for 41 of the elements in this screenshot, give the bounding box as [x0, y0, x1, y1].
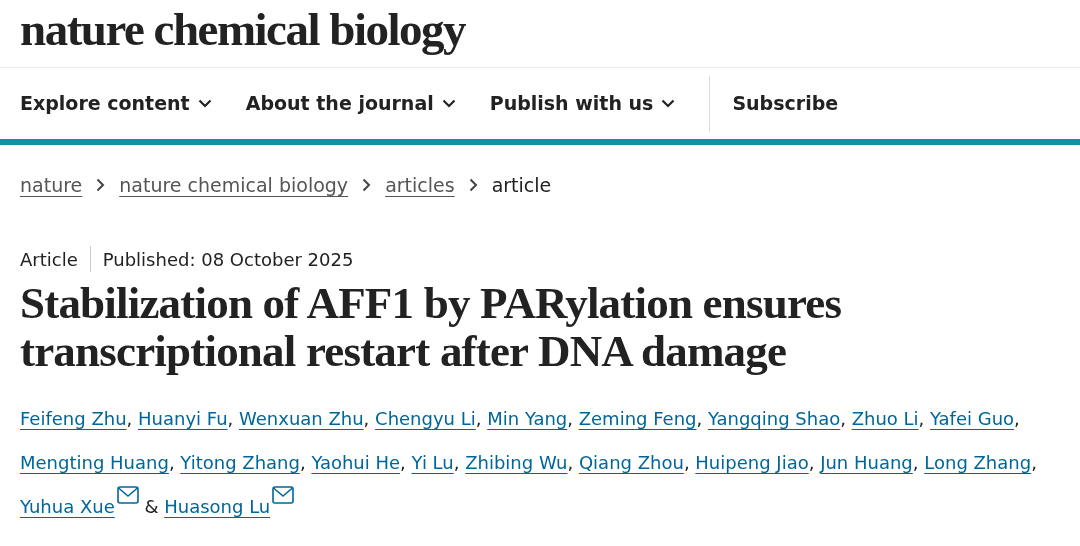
breadcrumb-current: article	[491, 173, 552, 198]
journal-logo[interactable]: nature chemical biology	[20, 6, 466, 53]
breadcrumb-link[interactable]: nature chemical biology	[119, 171, 349, 200]
author-link[interactable]: Huanyi Fu	[138, 407, 228, 429]
author-link[interactable]: Zeming Feng	[578, 407, 697, 429]
breadcrumb-link[interactable]: articles	[385, 171, 455, 200]
author-link[interactable]: Wenxuan Zhu	[239, 407, 364, 429]
publish-date: Published: 08 October 2025	[102, 247, 354, 272]
nav-link[interactable]: Subscribe	[732, 89, 839, 118]
author-link[interactable]: Mengting Huang	[20, 451, 169, 473]
chevron-down-icon	[441, 99, 456, 108]
author-link[interactable]: Qiang Zhou	[578, 451, 684, 473]
author-link[interactable]: Long Zhang	[924, 451, 1032, 473]
chevron-right-icon	[468, 178, 478, 193]
nav-menu-button[interactable]: Publish with us	[489, 89, 676, 118]
author-link[interactable]: Yaohui He	[311, 451, 401, 473]
chevron-right-icon	[96, 178, 106, 193]
author-link[interactable]: Zhibing Wu	[465, 451, 568, 473]
author-link[interactable]: Jun Huang	[820, 451, 913, 473]
chevron-down-icon	[197, 99, 212, 108]
chevron-right-icon	[362, 178, 372, 193]
author-link[interactable]: Yangqing Shao	[707, 407, 841, 429]
author-link[interactable]: Huipeng Jiao	[695, 451, 809, 473]
mail-icon[interactable]	[272, 485, 295, 504]
author-link[interactable]: Yafei Guo	[930, 407, 1015, 429]
author-link[interactable]: Min Yang	[487, 407, 568, 429]
article-type: Article	[20, 247, 78, 272]
author-link[interactable]: Feifeng Zhu	[20, 407, 127, 429]
nav-menu-button[interactable]: Explore content	[20, 89, 212, 118]
author-link[interactable]: Yi Lu	[411, 451, 454, 473]
author-link[interactable]: Huasong Lu	[164, 495, 271, 517]
author-link[interactable]: Zhuo Li	[851, 407, 919, 429]
nav-menu-button[interactable]: About the journal	[245, 89, 456, 118]
article-title: Stabilization of AFF1 by PARylation ensures transcriptional restart after DNA damage	[19, 276, 843, 375]
author-link[interactable]: Yuhua Xue	[20, 495, 115, 517]
author-list: Feifeng Zhu, Huanyi Fu, Wenxuan Zhu, Chengyu Li, Min Yang, Zeming Feng, Yangqing Shao, Zhuo Li, Yafei Guo, Mengting Huang, Yitong Zhang, Yaohui He, Yi Lu, Zhibing Wu, Qiang Zhou, Huipeng Jiao, Jun Huang, Long Zhang, Yuhua Xue & Huasong Lu	[0, 374, 1075, 529]
author-link[interactable]: Yitong Zhang	[180, 451, 300, 473]
mail-icon[interactable]	[116, 485, 139, 504]
chevron-down-icon	[661, 99, 676, 108]
breadcrumb-link[interactable]: nature	[20, 171, 83, 200]
author-link[interactable]: Chengyu Li	[375, 407, 476, 429]
